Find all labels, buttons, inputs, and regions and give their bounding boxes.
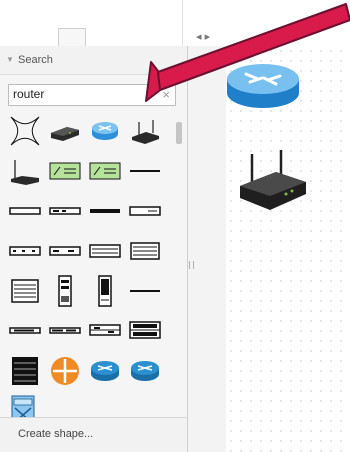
annotation-arrow	[145, 3, 350, 102]
